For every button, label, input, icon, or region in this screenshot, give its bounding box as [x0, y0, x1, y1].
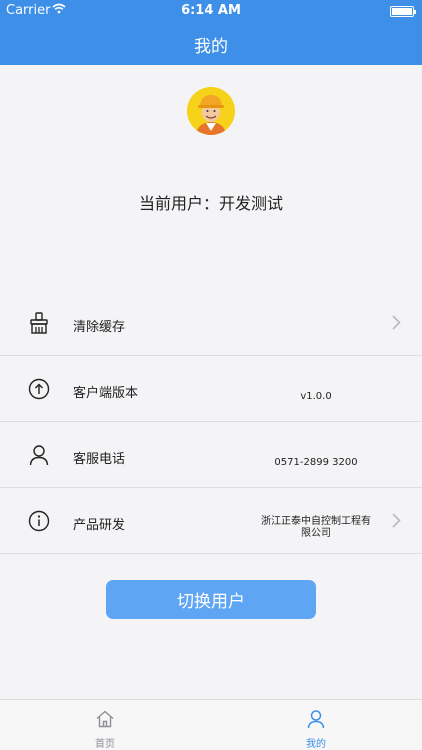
- product-developer-value: 浙江正泰中自控制工程有 限公司: [261, 516, 371, 539]
- avatar[interactable]: [187, 87, 235, 135]
- page-title: 我的: [194, 37, 228, 57]
- tab-home[interactable]: 首页: [55, 700, 155, 750]
- service-phone-value: 0571-2899 3200: [274, 457, 358, 468]
- navigation-bar: 我的: [0, 22, 422, 65]
- chevron-right-icon: [392, 315, 401, 330]
- worker-avatar-icon: [187, 87, 235, 135]
- tab-label: 首页: [95, 739, 115, 750]
- menu-item-label: 客户端版本: [73, 386, 139, 401]
- broom-icon: [28, 312, 50, 334]
- current-user-label: 当前用户：开发测试: [138, 194, 283, 213]
- info-circle-icon: [28, 510, 50, 532]
- settings-list: 清除缓存 客户端版本 v1.0.0 客服电话 0571-2899 3200 产品…: [0, 290, 422, 554]
- menu-item-service-phone[interactable]: 客服电话 0571-2899 3200: [0, 422, 422, 488]
- person-icon: [306, 709, 326, 729]
- menu-item-label: 客服电话: [73, 452, 126, 467]
- home-icon: [95, 709, 115, 729]
- menu-item-clear-cache[interactable]: 清除缓存: [0, 290, 422, 356]
- tab-bar: 首页 我的: [0, 699, 422, 750]
- clock: 6:14 AM: [181, 3, 241, 18]
- tab-label: 我的: [306, 739, 326, 750]
- menu-item-product-developer[interactable]: 产品研发 浙江正泰中自控制工程有 限公司: [0, 488, 422, 554]
- tab-mine[interactable]: 我的: [266, 700, 366, 750]
- switch-user-button[interactable]: 切换用户: [106, 580, 316, 619]
- arrow-up-circle-icon: [28, 378, 50, 400]
- person-icon: [28, 444, 50, 466]
- menu-item-label: 清除缓存: [73, 320, 126, 335]
- chevron-right-icon: [392, 513, 401, 528]
- app-version-value: v1.0.0: [300, 391, 332, 402]
- status-bar: Carrier 6:14 AM: [0, 0, 422, 22]
- menu-item-label: 产品研发: [73, 518, 126, 533]
- menu-item-app-version: 客户端版本 v1.0.0: [0, 356, 422, 422]
- battery-icon: [390, 6, 416, 17]
